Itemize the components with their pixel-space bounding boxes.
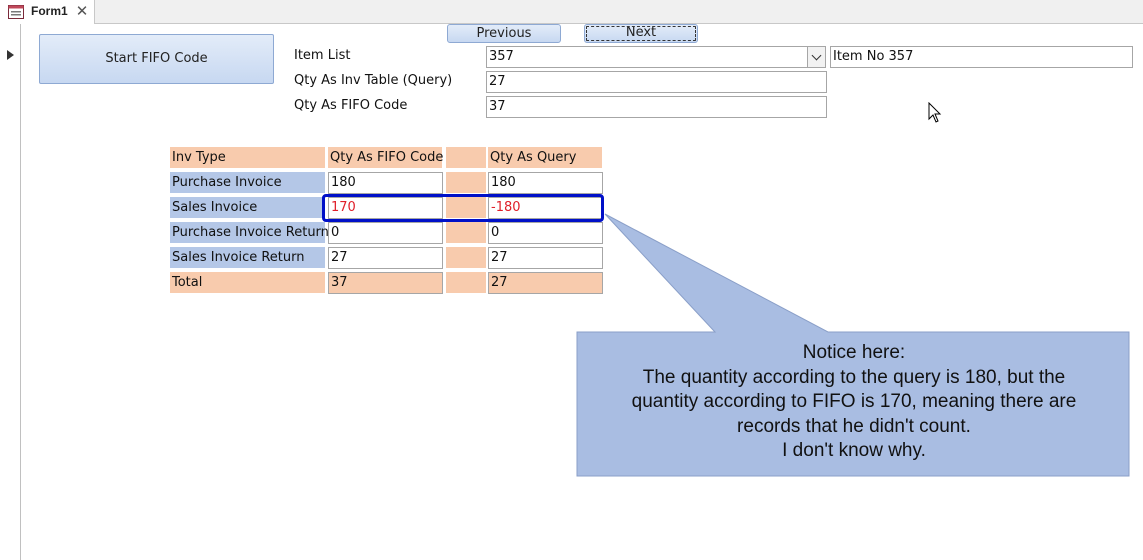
row-label-sales-invoice: Sales Invoice: [170, 197, 325, 218]
mouse-pointer-icon: [928, 102, 942, 123]
header-qty-fifo: Qty As FIFO Code: [328, 147, 443, 168]
close-icon[interactable]: ✕: [74, 1, 90, 21]
item-list-combo[interactable]: 357: [486, 46, 808, 68]
query-field-total[interactable]: 27: [488, 272, 603, 294]
fifo-field-sales-invoice-return[interactable]: 27: [328, 247, 443, 269]
qty-fifo-code-field[interactable]: 37: [486, 96, 827, 118]
header-qty-query: Qty As Query: [488, 147, 602, 168]
record-selector[interactable]: [0, 24, 21, 560]
query-field-purchase-invoice[interactable]: 180: [488, 172, 603, 194]
fifo-field-purchase-invoice-return[interactable]: 0: [328, 222, 443, 244]
callout-text: Notice here: The quantity according to t…: [631, 342, 1077, 461]
current-record-arrow-icon: [7, 50, 14, 60]
row-label-total: Total: [170, 272, 325, 293]
fifo-field-total[interactable]: 37: [328, 272, 443, 294]
header-inv-type: Inv Type: [170, 147, 325, 168]
tab-title: Form1: [31, 4, 68, 18]
row-label-purchase-invoice: Purchase Invoice: [170, 172, 325, 193]
qty-inv-table-field[interactable]: 27: [486, 71, 827, 93]
document-tab-strip: [0, 0, 1143, 24]
item-name-field[interactable]: Item No 357: [830, 46, 1133, 68]
highlight-box: [322, 194, 604, 222]
row-spacer: [446, 272, 486, 293]
qty-inv-table-label: Qty As Inv Table (Query): [294, 73, 453, 88]
item-list-dropdown-button[interactable]: [807, 46, 826, 68]
item-list-label: Item List: [294, 48, 351, 63]
start-fifo-code-button[interactable]: Start FIFO Code: [39, 34, 274, 84]
row-label-purchase-invoice-return: Purchase Invoice Return: [170, 222, 329, 243]
header-spacer: [446, 147, 486, 168]
row-label-sales-invoice-return: Sales Invoice Return: [170, 247, 325, 268]
qty-fifo-code-label: Qty As FIFO Code: [294, 98, 408, 113]
chevron-down-icon: [811, 50, 822, 61]
query-field-purchase-invoice-return[interactable]: 0: [488, 222, 603, 244]
row-spacer: [446, 172, 486, 193]
tab-form1[interactable]: Form1 ✕: [0, 0, 95, 24]
query-field-sales-invoice-return[interactable]: 27: [488, 247, 603, 269]
form-icon: [8, 5, 24, 19]
previous-button[interactable]: Previous: [447, 24, 561, 43]
row-spacer: [446, 247, 486, 268]
row-spacer: [446, 222, 486, 243]
next-button[interactable]: Next: [584, 24, 698, 43]
fifo-field-purchase-invoice[interactable]: 180: [328, 172, 443, 194]
